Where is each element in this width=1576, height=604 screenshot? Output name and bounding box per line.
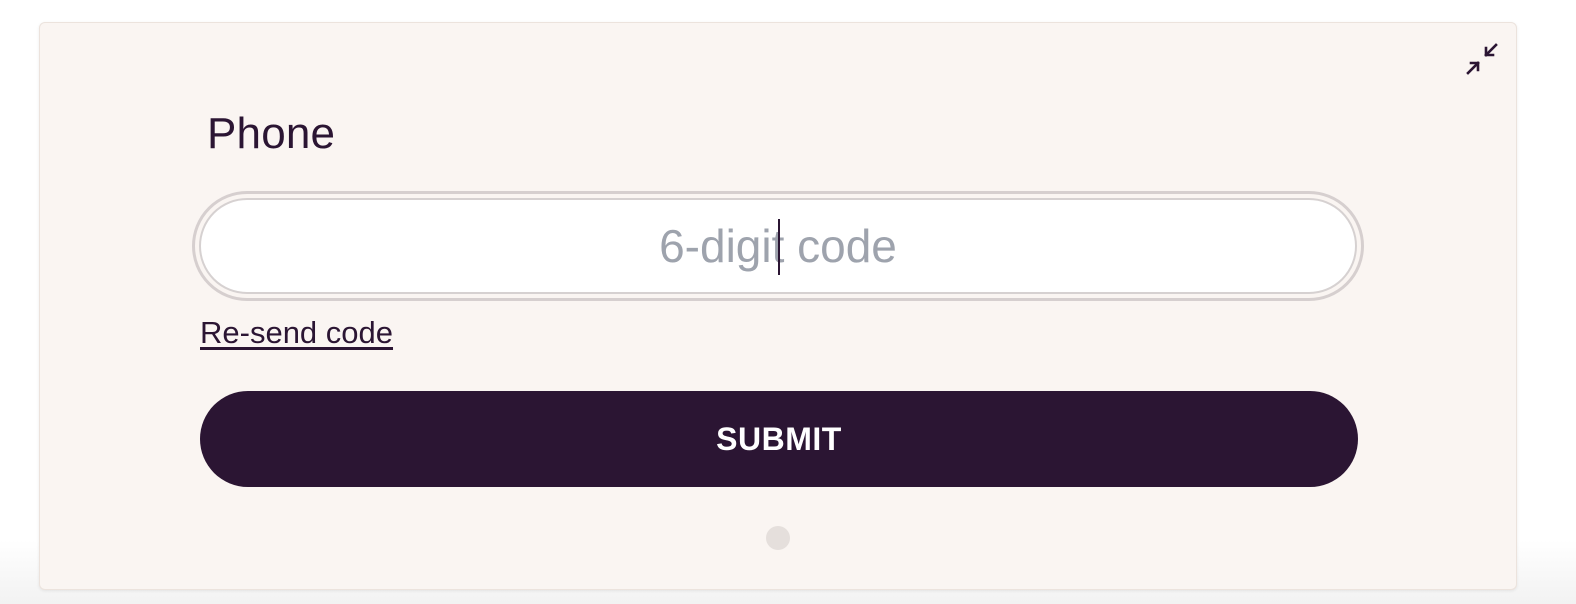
collapse-icon bbox=[1465, 42, 1499, 81]
submit-button[interactable]: SUBMIT bbox=[200, 391, 1358, 487]
resend-code-link[interactable]: Re-send code bbox=[200, 315, 393, 351]
field-title: Phone bbox=[207, 109, 336, 158]
pagination-dot bbox=[766, 526, 790, 550]
collapse-button[interactable] bbox=[1464, 42, 1500, 81]
verification-card: Phone Re-send code SUBMIT bbox=[39, 22, 1517, 590]
text-caret bbox=[778, 219, 780, 275]
